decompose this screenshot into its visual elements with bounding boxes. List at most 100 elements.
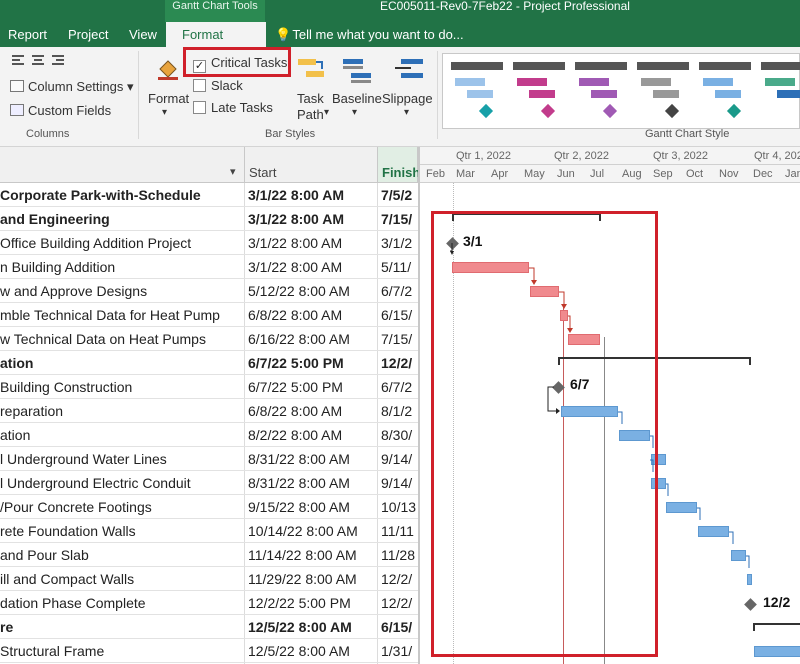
document-title: EC005011-Rev0-7Feb22 - Project Professio… xyxy=(380,0,630,13)
finish-cell: 5/11/ xyxy=(381,259,412,275)
start-cell: 3/1/22 8:00 AM xyxy=(248,235,343,251)
style-thumbnail-2 xyxy=(513,62,565,119)
task-path-button[interactable]: Task Path ▾ xyxy=(292,53,332,125)
start-cell: 6/8/22 8:00 AM xyxy=(248,307,343,323)
column-settings-button[interactable]: Column Settings ▾ xyxy=(10,79,134,95)
table-row[interactable]: Corporate Park-with-Schedule 3/1/22 8:00 … xyxy=(0,183,418,207)
table-row[interactable]: ation 8/2/22 8:00 AM 8/30/ xyxy=(0,423,418,447)
late-tasks-label: Late Tasks xyxy=(211,100,273,115)
table-row[interactable]: re 12/5/22 8:00 AM 6/15/ xyxy=(0,615,418,639)
slippage-button[interactable]: Slippage ▾ xyxy=(382,53,436,125)
task-name-cell: Corporate Park-with-Schedule xyxy=(0,187,201,203)
custom-fields-label: Custom Fields xyxy=(28,103,112,118)
task-name-cell: mble Technical Data for Heat Pump xyxy=(0,307,220,323)
table-row[interactable]: n Building Addition 3/1/22 8:00 AM 5/11/ xyxy=(0,255,418,279)
tell-me-box[interactable]: 💡 Tell me what you want to do... xyxy=(275,27,464,43)
task-name-cell: Structural Frame xyxy=(0,643,105,659)
task-name-cell: /Pour Concrete Footings xyxy=(0,499,152,515)
slippage-icon xyxy=(395,59,423,78)
start-cell: 6/7/22 5:00 PM xyxy=(248,355,344,371)
gantt-chart[interactable]: Qtr 1, 2022 Qtr 2, 2022 Qtr 3, 2022 Qtr … xyxy=(418,147,800,664)
style-thumbnail-6 xyxy=(761,62,800,98)
chevron-down-icon: ▾ xyxy=(324,107,330,118)
tab-format[interactable]: Format xyxy=(166,22,266,47)
finish-cell: 6/7/2 xyxy=(381,283,413,299)
start-header-label: Start xyxy=(249,165,277,180)
table-row[interactable]: Office Building Addition Project 3/1/22 8… xyxy=(0,231,418,255)
column-settings-icon xyxy=(10,80,24,92)
chevron-down-icon: ▾ xyxy=(352,107,358,118)
table-row[interactable]: mble Technical Data for Heat Pump 6/8/22 … xyxy=(0,303,418,327)
finish-cell: 11/28 xyxy=(381,547,415,563)
slippage-label: Slippage xyxy=(382,91,433,106)
name-column-header[interactable]: ▾ xyxy=(0,147,245,183)
table-row[interactable]: ill and Compact Walls 11/29/22 8:00 AM 12/… xyxy=(0,567,418,591)
table-row[interactable]: Structural Frame 12/5/22 8:00 AM 1/31/ xyxy=(0,639,418,663)
style-thumbnail-5 xyxy=(699,62,751,119)
finish-cell: 3/1/2 xyxy=(381,235,413,251)
tell-me-text: Tell me what you want to do... xyxy=(292,27,464,42)
task-name-cell: Building Construction xyxy=(0,379,133,395)
table-row[interactable]: w and Approve Designs 5/12/22 8:00 AM 6/7/… xyxy=(0,279,418,303)
slack-label: Slack xyxy=(211,78,243,93)
task-name-cell: re xyxy=(0,619,14,635)
table-row[interactable]: l Underground Electric Conduit 8/31/22 8:… xyxy=(0,471,418,495)
start-column-header[interactable]: Start xyxy=(245,147,378,183)
start-cell: 8/2/22 8:00 AM xyxy=(248,427,343,443)
finish-cell: 11/11 xyxy=(381,523,414,539)
table-row[interactable]: l Underground Water Lines 8/31/22 8:00 AM… xyxy=(0,447,418,471)
table-row[interactable]: /Pour Concrete Footings 9/15/22 8:00 AM 10… xyxy=(0,495,418,519)
task-name-cell: and Engineering xyxy=(0,211,110,227)
slack-checkbox[interactable]: Slack xyxy=(193,78,243,93)
table-row[interactable]: Building Construction 6/7/22 5:00 PM 6/7/2 xyxy=(0,375,418,399)
task-name-cell: l Underground Electric Conduit xyxy=(0,475,191,491)
late-tasks-checkbox[interactable]: Late Tasks xyxy=(193,100,273,115)
task-name-cell: reparation xyxy=(0,403,64,419)
table-row[interactable]: rete Foundation Walls 10/14/22 8:00 AM 11/… xyxy=(0,519,418,543)
tab-report[interactable]: Report xyxy=(8,27,47,42)
task-name-cell: rete Foundation Walls xyxy=(0,523,136,539)
table-row[interactable]: dation Phase Complete 12/2/22 5:00 PM 12/2… xyxy=(0,591,418,615)
chevron-down-icon: ▾ xyxy=(230,166,236,178)
table-row[interactable]: w Technical Data on Heat Pumps 6/16/22 8:… xyxy=(0,327,418,351)
custom-fields-button[interactable]: Custom Fields xyxy=(10,103,111,118)
tab-project[interactable]: Project xyxy=(68,27,108,42)
gantt-style-gallery[interactable] xyxy=(442,53,800,129)
start-cell: 10/14/22 8:00 AM xyxy=(248,523,358,539)
group-divider xyxy=(138,51,139,139)
custom-fields-icon xyxy=(10,104,24,116)
group-divider xyxy=(437,51,438,139)
table-row[interactable]: ation 6/7/22 5:00 PM 12/2/ xyxy=(0,351,418,375)
task-name-cell: ill and Compact Walls xyxy=(0,571,135,587)
table-row[interactable]: and Pour Slab 11/14/22 8:00 AM 11/28 xyxy=(0,543,418,567)
task-name-cell: ation xyxy=(0,355,34,371)
finish-cell: 7/15/ xyxy=(381,211,413,227)
chevron-down-icon: ▾ xyxy=(127,79,134,94)
align-icons[interactable] xyxy=(10,53,70,69)
bar-styles-group-label: Bar Styles xyxy=(265,128,316,140)
start-cell: 5/12/22 8:00 AM xyxy=(248,283,350,299)
table-row[interactable]: and Engineering 3/1/22 8:00 AM 7/15/ xyxy=(0,207,418,231)
gantt-style-thumbnails xyxy=(451,62,800,119)
finish-cell: 8/30/ xyxy=(381,427,413,443)
start-cell: 8/31/22 8:00 AM xyxy=(248,475,350,491)
finish-column-header[interactable]: Finish xyxy=(378,147,420,183)
finish-cell: 10/13 xyxy=(381,499,417,515)
style-thumbnail-1 xyxy=(451,62,503,119)
finish-cell: 8/1/2 xyxy=(381,403,413,419)
start-cell: 12/5/22 8:00 AM xyxy=(248,619,352,635)
gantt-style-group-label: Gantt Chart Style xyxy=(645,128,730,140)
task-name-cell: ation xyxy=(0,427,31,443)
finish-cell: 6/7/2 xyxy=(381,379,413,395)
table-row[interactable]: reparation 6/8/22 8:00 AM 8/1/2 xyxy=(0,399,418,423)
finish-cell: 6/15/ xyxy=(381,619,413,635)
style-thumbnail-4 xyxy=(637,62,689,119)
task-name-cell: and Pour Slab xyxy=(0,547,89,563)
task-name-cell: n Building Addition xyxy=(0,259,116,275)
style-thumbnail-3 xyxy=(575,62,627,119)
start-cell: 6/16/22 8:00 AM xyxy=(248,331,350,347)
baseline-button[interactable]: Baseline ▾ xyxy=(332,53,382,125)
finish-cell: 6/15/ xyxy=(381,307,413,323)
project-window: Gantt Chart Tools EC005011-Rev0-7Feb22 -… xyxy=(0,0,800,664)
tab-view[interactable]: View xyxy=(129,27,157,42)
